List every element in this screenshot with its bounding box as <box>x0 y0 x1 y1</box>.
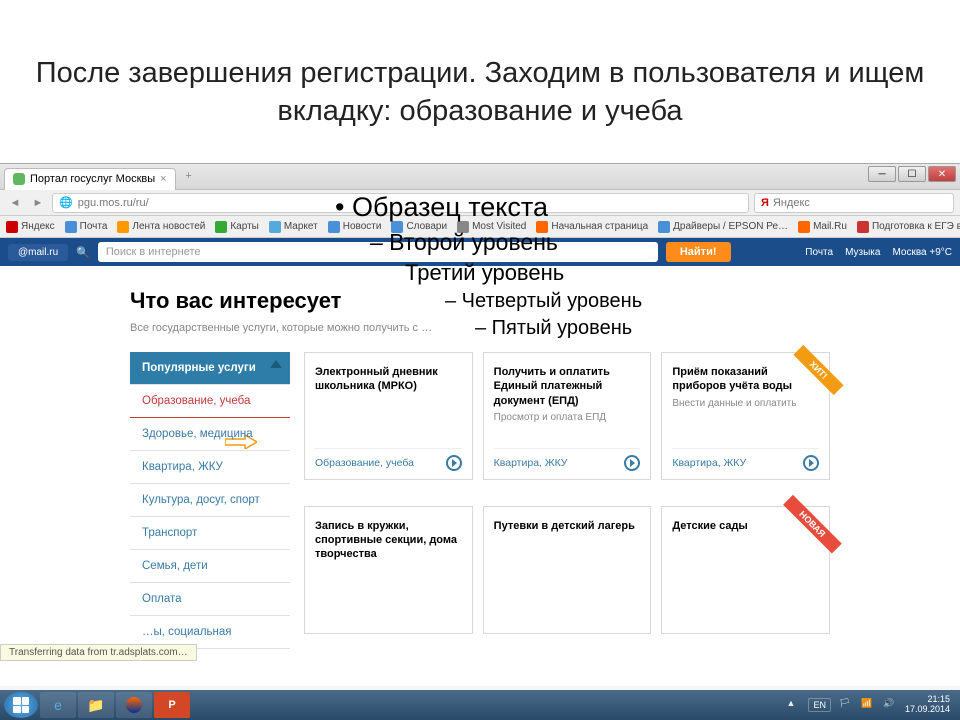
sidebar-item-family[interactable]: Семья, дети <box>130 550 290 583</box>
service-card[interactable]: НОВАЯ Детские сады <box>661 506 830 634</box>
placeholder-outline: Образец текста – Второй уровень Третий у… <box>335 192 642 340</box>
flag-icon[interactable]: 🏳 <box>839 698 853 712</box>
tab-bar: Портал госуслуг Москвы × + ─ ☐ ✕ <box>0 164 960 190</box>
play-icon[interactable] <box>624 455 640 471</box>
volume-icon[interactable]: 🔊 <box>883 698 897 712</box>
mailru-logo[interactable]: @mail.ru <box>8 244 68 261</box>
minimize-button[interactable]: ─ <box>868 166 896 182</box>
sidebar-item-culture[interactable]: Культура, досуг, спорт <box>130 484 290 517</box>
card-title: Приём показаний приборов учёта воды <box>672 365 819 394</box>
window-controls: ─ ☐ ✕ <box>866 166 956 182</box>
bookmark-item[interactable]: Яндекс <box>6 221 55 233</box>
bookmark-item[interactable]: Mail.Ru <box>798 221 847 233</box>
card-title: Детские сады <box>672 519 819 533</box>
card-title: Получить и оплатить Единый платежный док… <box>494 365 641 408</box>
bookmark-item[interactable]: Маркет <box>269 221 318 233</box>
system-tray: ▲ EN 🏳 📶 🔊 21:15 17.09.2014 <box>786 695 956 715</box>
search-input[interactable]: Я Яндекс <box>754 193 954 213</box>
close-button[interactable]: ✕ <box>928 166 956 182</box>
search-icon: 🔍 <box>76 246 90 259</box>
status-bar: Transferring data from tr.adsplats.com… <box>0 644 197 661</box>
service-cards-grid: Электронный дневник школьника (МРКО) Обр… <box>304 352 830 649</box>
outline-l4: – Четвертый уровень <box>445 290 642 313</box>
url-text: pgu.mos.ru/ru/ <box>78 197 149 209</box>
service-card[interactable]: Получить и оплатить Единый платежный док… <box>483 352 652 480</box>
card-title: Путевки в детский лагерь <box>494 519 641 533</box>
taskbar-ie-icon[interactable]: e <box>40 692 76 718</box>
service-card[interactable]: Электронный дневник школьника (МРКО) Обр… <box>304 352 473 480</box>
taskbar-explorer-icon[interactable]: 📁 <box>78 692 114 718</box>
start-button[interactable] <box>4 692 38 718</box>
bookmark-icon <box>269 221 281 233</box>
taskbar-firefox-icon[interactable] <box>116 692 152 718</box>
sidebar-item-health[interactable]: Здоровье, медицина <box>130 418 290 451</box>
date-text: 17.09.2014 <box>905 705 950 715</box>
card-title: Запись в кружки, спортивные секции, дома… <box>315 519 462 562</box>
bookmark-item[interactable]: Почта <box>65 221 108 233</box>
category-sidebar: Популярные услуги Образование, учеба Здо… <box>130 352 290 649</box>
new-tab-button[interactable]: + <box>180 170 198 188</box>
sidebar-item-popular[interactable]: Популярные услуги <box>130 352 290 385</box>
bookmark-item[interactable]: Драйверы / EPSON Ре… <box>658 221 788 233</box>
bookmark-icon <box>65 221 77 233</box>
play-icon[interactable] <box>446 455 462 471</box>
outline-l5: – Пятый уровень <box>475 317 642 340</box>
windows-taskbar: e 📁 P ▲ EN 🏳 📶 🔊 21:15 17.09.2014 <box>0 690 960 720</box>
network-icon[interactable]: 📶 <box>861 698 875 712</box>
language-indicator[interactable]: EN <box>808 698 831 712</box>
outline-l2: – Второй уровень <box>370 229 642 256</box>
sidebar-item-housing[interactable]: Квартира, ЖКУ <box>130 451 290 484</box>
bookmark-item[interactable]: Подготовка к ЕГЭ в уч… <box>857 221 960 233</box>
play-icon[interactable] <box>803 455 819 471</box>
music-link[interactable]: Музыка <box>845 247 880 258</box>
favicon-icon <box>13 173 25 185</box>
service-card[interactable]: Запись в кружки, спортивные секции, дома… <box>304 506 473 634</box>
mail-link[interactable]: Почта <box>805 247 833 258</box>
search-placeholder: Яндекс <box>773 197 810 209</box>
bookmark-icon <box>215 221 227 233</box>
card-title: Электронный дневник школьника (МРКО) <box>315 365 462 394</box>
card-footer: Квартира, ЖКУ <box>494 448 641 471</box>
taskbar-powerpoint-icon[interactable]: P <box>154 692 190 718</box>
close-icon[interactable]: × <box>160 173 166 185</box>
bookmark-icon <box>117 221 129 233</box>
sidebar-item-education[interactable]: Образование, учеба <box>130 385 290 418</box>
bookmark-icon <box>6 221 18 233</box>
card-footer: Квартира, ЖКУ <box>672 448 819 471</box>
sidebar-item-payment[interactable]: Оплата <box>130 583 290 616</box>
outline-l1: Образец текста <box>335 192 642 223</box>
outline-l3: Третий уровень <box>405 260 642 286</box>
tab-title: Портал госуслуг Москвы <box>30 173 155 185</box>
globe-icon: 🌐 <box>59 196 73 209</box>
bookmark-icon <box>658 221 670 233</box>
bookmark-icon <box>857 221 869 233</box>
card-desc: Просмотр и оплата ЕПД <box>494 412 641 423</box>
yandex-icon: Я <box>761 197 769 209</box>
maximize-button[interactable]: ☐ <box>898 166 926 182</box>
service-card[interactable]: Путевки в детский лагерь <box>483 506 652 634</box>
tray-up-icon[interactable]: ▲ <box>786 698 800 712</box>
browser-tab[interactable]: Портал госуслуг Москвы × <box>4 168 176 190</box>
card-footer: Образование, учеба <box>315 448 462 471</box>
card-desc: Внести данные и оплатить <box>672 398 819 409</box>
bookmark-item[interactable]: Карты <box>215 221 259 233</box>
sidebar-item-transport[interactable]: Транспорт <box>130 517 290 550</box>
back-button[interactable]: ◄ <box>6 194 24 212</box>
clock[interactable]: 21:15 17.09.2014 <box>905 695 950 715</box>
bookmark-item[interactable]: Лента новостей <box>117 221 205 233</box>
find-button[interactable]: Найти! <box>666 242 731 262</box>
service-card[interactable]: ХИТ! Приём показаний приборов учёта воды… <box>661 352 830 480</box>
bookmark-icon <box>798 221 810 233</box>
weather-widget[interactable]: Москва +9°С <box>892 247 952 258</box>
forward-button[interactable]: ► <box>29 194 47 212</box>
slide-title: После завершения регистрации. Заходим в … <box>0 0 960 150</box>
mailru-links: Почта Музыка Москва +9°С <box>805 247 952 258</box>
